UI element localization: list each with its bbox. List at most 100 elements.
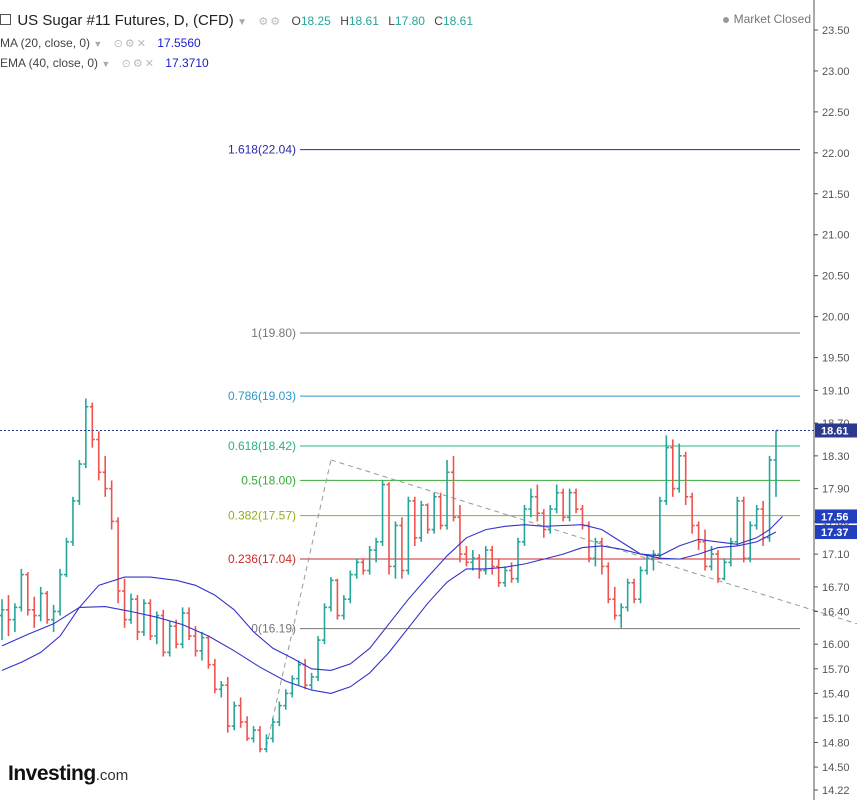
status-dot-icon [722, 16, 729, 23]
ohlc-bar [386, 482, 392, 575]
ohlc-bar [689, 492, 695, 534]
ohlc-bar [257, 726, 263, 753]
ohlc-bar [167, 621, 173, 657]
fib-level-label: 0(16.19) [251, 622, 296, 636]
axis-tick-label: 17.10 [822, 549, 850, 561]
axis-tick-label: 20.50 [822, 271, 850, 283]
ohlc-bar [412, 496, 418, 546]
ohlc-bar [573, 488, 579, 514]
ohlc-bar [0, 599, 5, 641]
ohlc-bar [515, 537, 521, 583]
ohlc-bar [115, 517, 121, 604]
ohlc-bar [405, 496, 411, 575]
axis-tick-label: 21.50 [822, 189, 850, 201]
ohlc-bar [270, 717, 276, 743]
symbol-title[interactable]: US Sugar #11 Futures, D, (CFD) [17, 12, 233, 29]
ohlc-bar [334, 578, 340, 620]
ohlc-bar [741, 496, 747, 563]
fib-level-label: 0.382(17.57) [228, 509, 296, 523]
ma-legend[interactable]: MA (20, close, 0) ▼ ⊙⚙✕ 17.5560 [0, 36, 201, 50]
indicator-settings-icons[interactable]: ⊙⚙✕ [122, 57, 156, 70]
ohlc-bar [560, 488, 566, 522]
logo-main: Investing [8, 762, 96, 785]
ohlc-bar [70, 496, 76, 546]
ohlc-bar [25, 572, 31, 616]
close-label: C [434, 14, 443, 28]
ohlc-bar [44, 590, 50, 624]
ma-name: MA (20, close, 0) [0, 36, 91, 50]
axis-tick-label: 23.00 [822, 66, 850, 78]
price-chart[interactable]: 1.618(22.04) 1(19.80) 0.786(19.03) 0.618(18… [0, 0, 857, 800]
open-label: O [291, 14, 301, 28]
ema-legend[interactable]: EMA (40, close, 0) ▼ ⊙⚙✕ 17.3710 [0, 56, 209, 70]
ohlc-bar [418, 500, 424, 542]
ma20-line [1, 516, 783, 671]
ohlc-bar [76, 459, 82, 505]
ohlc-bar [205, 636, 211, 669]
axis-tick-label: 14.50 [822, 762, 850, 774]
ohlc-bar [696, 521, 702, 551]
axis-tick-label: 14.80 [822, 738, 850, 750]
axis-tick-label: 22.00 [822, 148, 850, 160]
ohlc-bar [57, 568, 63, 616]
ohlc-bar [592, 537, 598, 567]
ohlc-bar [541, 509, 547, 538]
price-axis: 23.50 23.00 22.50 22.00 21.50 21.00 20.50 20.00… [813, 0, 857, 800]
axis-tick-label: 20.00 [822, 312, 850, 324]
dropdown-icon[interactable]: ▼ [101, 59, 110, 69]
price-badge-label: 17.37 [821, 527, 849, 539]
ohlc-bar [734, 496, 740, 546]
ohlc-bar [451, 455, 456, 522]
ohlc-bar [180, 607, 186, 649]
ohlc-bar [721, 558, 727, 581]
ohlc-bar [322, 603, 327, 645]
ohlc-bar [12, 603, 18, 632]
ohlc-bar [122, 578, 128, 628]
ohlc-bar [605, 562, 611, 604]
ohlc-bar [502, 566, 508, 587]
indicator-lines [0, 429, 814, 694]
fib-level-label: 1.618(22.04) [228, 143, 296, 157]
open-value: 18.25 [300, 14, 331, 28]
price-badge-label: 18.61 [821, 425, 849, 437]
indicator-settings-icons[interactable]: ⊙⚙✕ [114, 37, 148, 50]
ohlc-bar [18, 568, 24, 612]
ohlc-bar [392, 521, 398, 579]
axis-tick-label: 16.70 [822, 582, 850, 594]
ohlc-bar [128, 593, 134, 624]
ohlc-bar [186, 607, 192, 641]
ohlc-bar [399, 517, 405, 579]
ohlc-bar [341, 595, 347, 620]
ohlc-bar [134, 595, 140, 641]
axis-tick-label: 17.90 [822, 484, 850, 496]
fib-level-label: 0.618(18.42) [228, 439, 296, 453]
ohlc-bar [580, 505, 585, 530]
ohlc-bar [380, 480, 386, 546]
settings-icons[interactable]: ⚙⚙ [258, 15, 282, 28]
ohlc-bar [302, 658, 308, 690]
ohlc-bar [283, 689, 289, 710]
ohlc-bar [31, 596, 37, 628]
ohlc-bar [715, 550, 721, 583]
ohlc-bar [360, 558, 366, 575]
ohlc-bar [612, 586, 618, 620]
price-badge: 17.37 [815, 525, 857, 540]
ohlc-bar [38, 586, 44, 622]
high-label: H [340, 14, 349, 28]
axis-tick-label: 14.22 [822, 785, 850, 797]
ohlc-bar [457, 505, 463, 563]
ohlc-bar [470, 550, 476, 571]
market-status: Market Closed [722, 12, 811, 26]
dropdown-icon[interactable]: ▼ [237, 17, 247, 28]
ohlc-bar [670, 439, 676, 497]
axis-tick-label: 22.50 [822, 107, 850, 119]
collapse-icon[interactable] [0, 14, 11, 25]
ohlc-bar [102, 455, 108, 497]
axis-tick-label: 19.10 [822, 385, 850, 397]
logo-suffix: .com [95, 767, 129, 784]
dropdown-icon[interactable]: ▼ [93, 39, 102, 49]
ohlc-bar [676, 443, 682, 493]
ohlc-bar [289, 675, 295, 698]
ohlc-bar [296, 660, 302, 686]
chart-legend: US Sugar #11 Futures, D, (CFD) ▼ ⚙⚙ O18.… [0, 12, 473, 29]
